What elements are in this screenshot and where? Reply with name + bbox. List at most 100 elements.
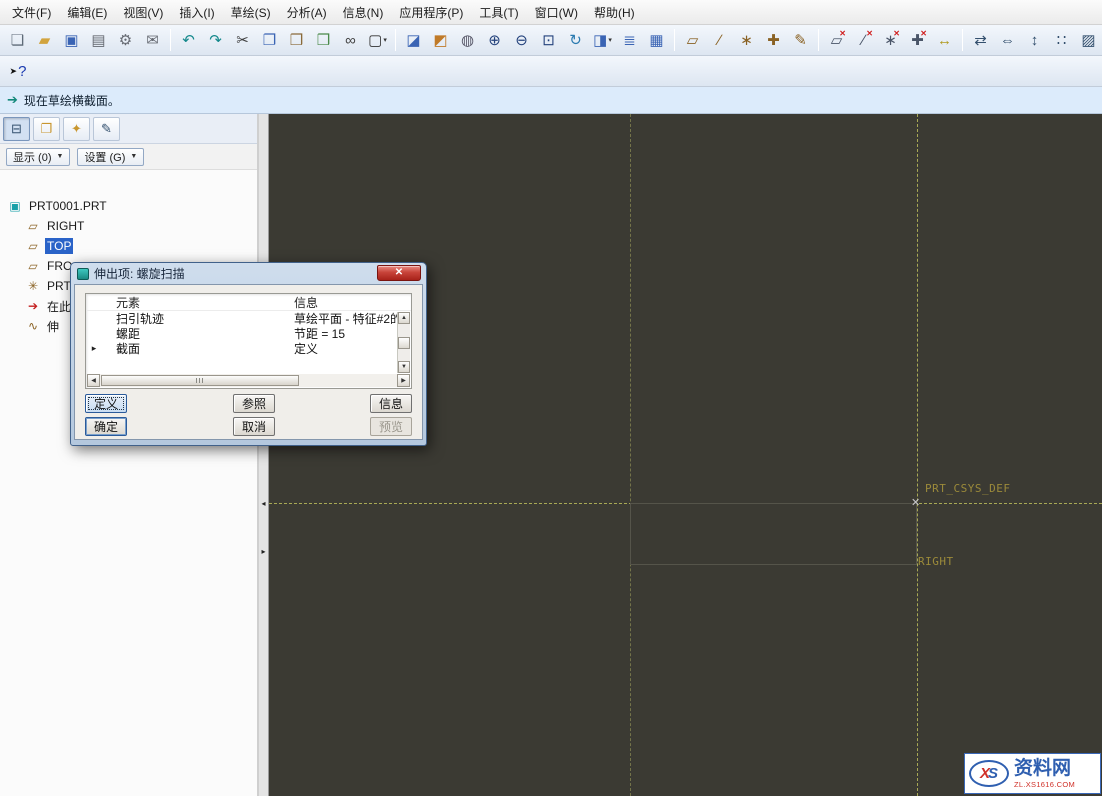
extra-tool-button[interactable]: ▨ xyxy=(1076,27,1101,53)
toggle-datum-points-button[interactable]: ∗✕ xyxy=(878,27,903,53)
repaint-button[interactable]: ↻ xyxy=(563,27,588,53)
datum-csys-button[interactable]: ✚ xyxy=(761,27,786,53)
dialog-titlebar[interactable]: 伸出项: 螺旋扫描 ✕ xyxy=(74,263,423,284)
zoom-in-icon: ⊕ xyxy=(488,33,501,48)
cut-icon: ✂ xyxy=(236,33,249,48)
datum-plane-button[interactable]: ▱ xyxy=(680,27,705,53)
vertical-scrollbar[interactable]: ▲ ▼ xyxy=(397,312,410,373)
grid-toggle-button[interactable]: ∷ xyxy=(1049,27,1074,53)
sketch-tool-button[interactable]: ✎ xyxy=(788,27,813,53)
toolbar-separator xyxy=(170,29,171,51)
drag-pan-button[interactable]: ↕ xyxy=(1022,27,1047,53)
menu-applications[interactable]: 应用程序(P) xyxy=(391,0,471,25)
menu-info[interactable]: 信息(N) xyxy=(335,0,392,25)
fit-width-button[interactable]: ⇔ xyxy=(995,27,1020,53)
tree-item-top-plane[interactable]: ▱TOP xyxy=(0,236,257,256)
datum-plane-icon: ▱ xyxy=(26,219,40,233)
menu-tools[interactable]: 工具(T) xyxy=(471,0,526,25)
scroll-left-button[interactable]: ◀ xyxy=(87,374,100,387)
shade-mode-button[interactable]: ◍ xyxy=(455,27,480,53)
zoom-in-button[interactable]: ⊕ xyxy=(482,27,507,53)
folder-browser-button[interactable]: ❐ xyxy=(33,117,60,141)
preview-button[interactable]: 预览 xyxy=(370,417,412,436)
find-button[interactable]: ∞ xyxy=(338,27,363,53)
element-row[interactable]: 扫引轨迹草绘平面 - 特征#2的 xyxy=(86,311,411,326)
history-button[interactable]: ✎ xyxy=(93,117,120,141)
print-button[interactable]: ▤ xyxy=(86,27,111,53)
prompt-arrow-icon: ➔ xyxy=(7,92,18,108)
zoom-out-button[interactable]: ⊖ xyxy=(509,27,534,53)
toggle-datum-csys-button[interactable]: ✚✕ xyxy=(905,27,930,53)
sketch-orient-button[interactable]: ◩ xyxy=(428,27,453,53)
send-model-button[interactable]: ✉ xyxy=(140,27,165,53)
layers-button[interactable]: ≣ xyxy=(617,27,642,53)
scroll-right-button[interactable]: ▶ xyxy=(397,374,410,387)
collapse-right-icon[interactable]: ▸ xyxy=(259,548,268,556)
model-tree-button[interactable]: ⊟ xyxy=(3,117,30,141)
menu-window[interactable]: 窗口(W) xyxy=(527,0,586,25)
define-button[interactable]: 定义 xyxy=(85,394,127,413)
menu-insert[interactable]: 插入(I) xyxy=(171,0,222,25)
cut-button[interactable]: ✂ xyxy=(230,27,255,53)
datum-axis-button[interactable]: ∕ xyxy=(707,27,732,53)
datum-point-button[interactable]: ∗ xyxy=(734,27,759,53)
element-table: 元素 信息 扫引轨迹草绘平面 - 特征#2的螺距节距 = 15▸截面定义 ▲ ▼… xyxy=(85,293,412,389)
new-file-button[interactable]: ❏ xyxy=(5,27,30,53)
toggle-off-badge-icon: ✕ xyxy=(839,29,846,38)
menu-edit[interactable]: 编辑(E) xyxy=(59,0,115,25)
horizontal-scrollbar[interactable]: ◀ ▶ xyxy=(87,374,410,387)
workspace: ⊟❐✦✎ 显示 (0) ▼ 设置 (G) ▼ ▣PRT0001.PRT▱RIGH… xyxy=(0,114,1102,796)
tree-item-label: 伸 xyxy=(45,317,61,336)
sketch-display-button[interactable]: ◪ xyxy=(401,27,426,53)
select-box-button[interactable]: ▢▾ xyxy=(365,27,390,53)
element-rows: 扫引轨迹草绘平面 - 特征#2的螺距节距 = 15▸截面定义 xyxy=(86,311,411,356)
view-manager-button[interactable]: ▦ xyxy=(644,27,669,53)
toggle-dimensions-button[interactable]: ↔ xyxy=(932,27,957,53)
csys-icon: ✳ xyxy=(26,279,40,293)
element-row[interactable]: ▸截面定义 xyxy=(86,341,411,356)
paste-special-button[interactable]: ❒ xyxy=(311,27,336,53)
copy-button[interactable]: ❐ xyxy=(257,27,282,53)
menu-sketch[interactable]: 草绘(S) xyxy=(223,0,279,25)
saved-views-button[interactable]: ◨▾ xyxy=(590,27,615,53)
settings-dropdown-button[interactable]: 设置 (G) ▼ xyxy=(77,148,144,166)
horizontal-scroll-thumb[interactable] xyxy=(101,375,299,386)
show-dropdown-button[interactable]: 显示 (0) ▼ xyxy=(6,148,70,166)
tree-item-part-root[interactable]: ▣PRT0001.PRT xyxy=(0,196,257,216)
graphics-area[interactable]: ✕ PRT_CSYS_DEF RIGHT xyxy=(269,114,1102,796)
panel-splitter[interactable]: ◂ ▸ xyxy=(258,114,269,796)
close-button[interactable]: ✕ xyxy=(377,265,421,281)
pan-view-button[interactable]: ⇄ xyxy=(968,27,993,53)
favorites-button[interactable]: ✦ xyxy=(63,117,90,141)
print-setup-button[interactable]: ⚙ xyxy=(113,27,138,53)
cancel-button[interactable]: 取消 xyxy=(233,417,275,436)
menu-view[interactable]: 视图(V) xyxy=(115,0,171,25)
ok-button[interactable]: 确定 xyxy=(85,417,127,436)
save-file-button[interactable]: ▣ xyxy=(59,27,84,53)
element-row[interactable]: 螺距节距 = 15 xyxy=(86,326,411,341)
vertical-scroll-thumb[interactable] xyxy=(398,337,410,349)
menu-analysis[interactable]: 分析(A) xyxy=(279,0,335,25)
right-plane-label: RIGHT xyxy=(918,555,954,568)
extra-tool-icon: ▨ xyxy=(1081,33,1095,48)
references-button[interactable]: 参照 xyxy=(233,394,275,413)
open-file-button[interactable]: ▰ xyxy=(32,27,57,53)
favorites-icon: ✦ xyxy=(71,122,82,135)
toggle-datum-planes-button[interactable]: ▱✕ xyxy=(824,27,849,53)
datum-line-vertical-left xyxy=(630,114,631,796)
zoom-fit-button[interactable]: ⊡ xyxy=(536,27,561,53)
menu-file[interactable]: 文件(F) xyxy=(4,0,59,25)
toggle-datum-axes-button[interactable]: ∕✕ xyxy=(851,27,876,53)
context-help-button[interactable]: ➤? xyxy=(5,58,31,84)
collapse-left-icon[interactable]: ◂ xyxy=(259,500,268,508)
tree-item-right-plane[interactable]: ▱RIGHT xyxy=(0,216,257,236)
menu-help[interactable]: 帮助(H) xyxy=(586,0,643,25)
paste-button[interactable]: ❒ xyxy=(284,27,309,53)
redo-button[interactable]: ↷ xyxy=(203,27,228,53)
scroll-up-button[interactable]: ▲ xyxy=(398,312,410,324)
sketch-tool-icon: ✎ xyxy=(794,33,807,48)
scroll-down-button[interactable]: ▼ xyxy=(398,361,410,373)
chevron-down-icon: ▼ xyxy=(57,153,64,160)
undo-button[interactable]: ↶ xyxy=(176,27,201,53)
info-button[interactable]: 信息 xyxy=(370,394,412,413)
